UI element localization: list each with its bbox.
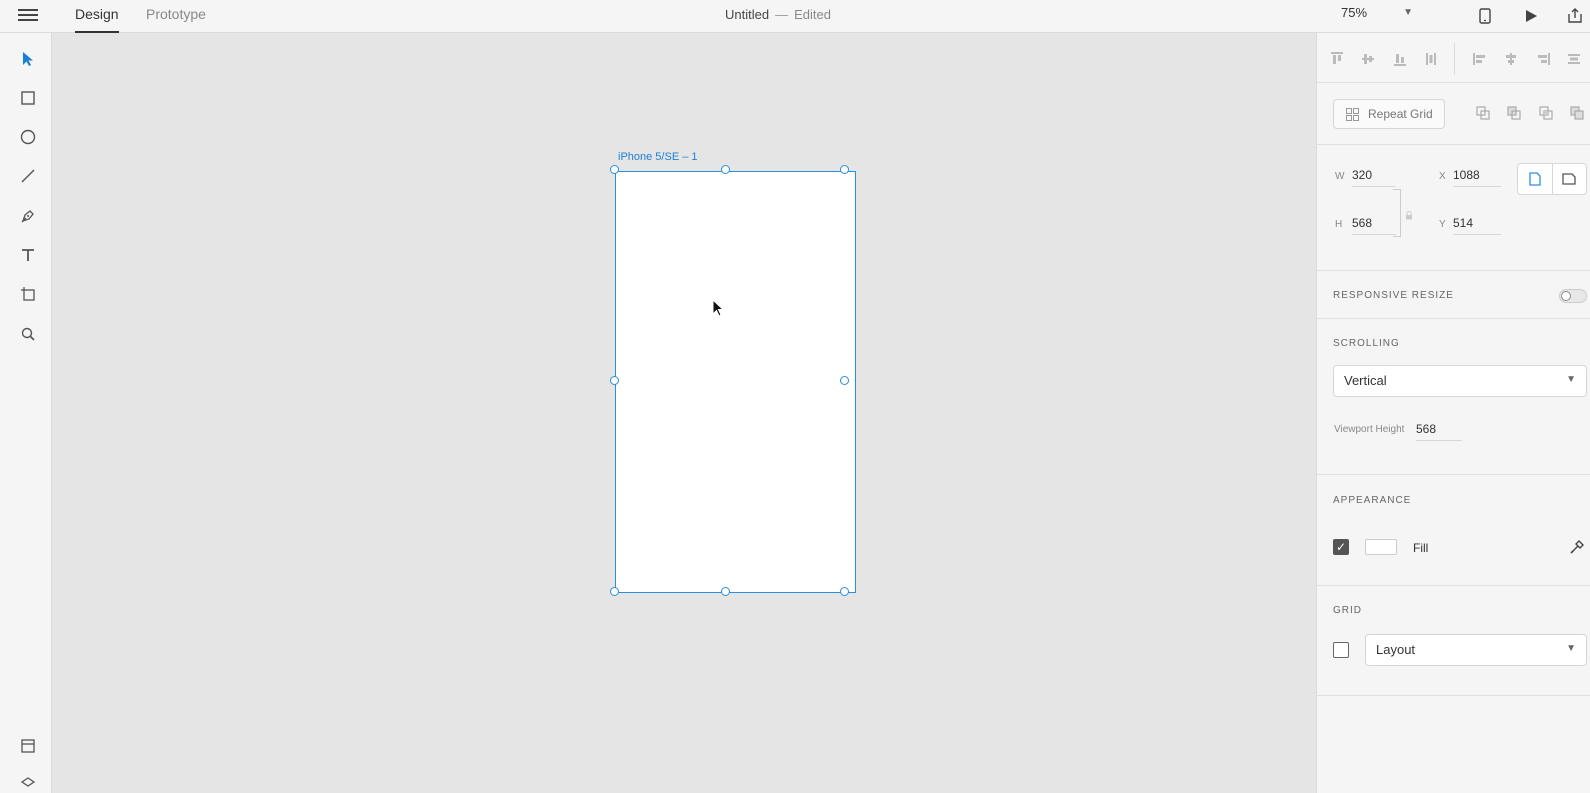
- resize-handle-top[interactable]: [721, 165, 730, 174]
- resize-handle-left[interactable]: [610, 376, 619, 385]
- y-label: Y: [1439, 219, 1446, 230]
- tab-design[interactable]: Design: [75, 6, 119, 33]
- height-input[interactable]: 568: [1352, 213, 1396, 235]
- responsive-resize-title: RESPONSIVE RESIZE: [1333, 290, 1454, 301]
- y-input[interactable]: 514: [1453, 213, 1501, 235]
- mouse-cursor-icon: [712, 298, 725, 322]
- device-preview-icon[interactable]: [1474, 5, 1496, 27]
- viewport-height-input[interactable]: 568: [1416, 419, 1462, 441]
- align-center-icon[interactable]: [1503, 51, 1519, 67]
- height-label: H: [1335, 219, 1343, 230]
- grid-title: GRID: [1333, 605, 1362, 616]
- orientation-toggle: [1517, 163, 1587, 195]
- title-separator: —: [775, 7, 789, 22]
- align-section: [1317, 33, 1590, 83]
- x-input[interactable]: 1088: [1453, 165, 1501, 187]
- boolean-exclude-icon[interactable]: [1569, 105, 1585, 121]
- grid-type-select[interactable]: Layout ▼: [1365, 634, 1587, 666]
- chevron-down-icon: ▼: [1566, 374, 1576, 385]
- select-tool-icon[interactable]: [16, 47, 40, 71]
- viewport-height-label: Viewport Height: [1334, 424, 1405, 435]
- layers-panel-icon[interactable]: [16, 771, 40, 793]
- align-left-icon[interactable]: [1472, 51, 1488, 67]
- artboard[interactable]: [615, 171, 856, 593]
- resize-handle-bottom[interactable]: [721, 587, 730, 596]
- text-tool-icon[interactable]: [16, 243, 40, 267]
- zoom-value: 75%: [1341, 5, 1368, 20]
- play-icon[interactable]: [1520, 5, 1542, 27]
- boolean-subtract-icon[interactable]: [1506, 105, 1522, 121]
- menu-icon[interactable]: [18, 6, 38, 26]
- width-label: W: [1335, 171, 1345, 182]
- chevron-down-icon: ▼: [1566, 643, 1576, 654]
- scrolling-section: SCROLLING Vertical ▼ Viewport Height 568: [1317, 319, 1590, 475]
- document-title: Untitled — Edited: [725, 7, 831, 22]
- eyedropper-icon[interactable]: [1569, 539, 1585, 560]
- zoom-tool-icon[interactable]: [16, 322, 40, 346]
- design-canvas[interactable]: iPhone 5/SE – 1: [52, 33, 1316, 793]
- property-inspector: Repeat Grid W 320 H 568 X 1088 Y 514 RES…: [1316, 33, 1590, 793]
- boolean-add-icon[interactable]: [1475, 105, 1491, 121]
- zoom-select[interactable]: 75% ▼: [1341, 5, 1421, 20]
- scrolling-value: Vertical: [1344, 373, 1387, 388]
- distribute-vertical-icon[interactable]: [1423, 51, 1439, 67]
- landscape-icon[interactable]: [1551, 164, 1587, 194]
- width-input[interactable]: 320: [1352, 165, 1396, 187]
- resize-handle-bottom-right[interactable]: [840, 587, 849, 596]
- x-label: X: [1439, 171, 1446, 182]
- grid-section: GRID Layout ▼: [1317, 586, 1590, 696]
- tab-prototype[interactable]: Prototype: [146, 6, 206, 33]
- repeat-grid-icon: [1346, 108, 1359, 124]
- distribute-horizontal-icon[interactable]: [1566, 51, 1582, 67]
- assets-panel-icon[interactable]: [16, 734, 40, 758]
- fill-color-swatch[interactable]: [1365, 539, 1397, 555]
- lock-aspect-icon[interactable]: [1405, 207, 1413, 225]
- repeat-grid-label: Repeat Grid: [1368, 107, 1433, 121]
- resize-handle-bottom-left[interactable]: [610, 587, 619, 596]
- align-top-icon[interactable]: [1329, 51, 1345, 67]
- scrolling-select[interactable]: Vertical ▼: [1333, 365, 1587, 397]
- ellipse-tool-icon[interactable]: [16, 125, 40, 149]
- artboard-tool-icon[interactable]: [16, 282, 40, 306]
- resize-handle-right[interactable]: [840, 376, 849, 385]
- rectangle-tool-icon[interactable]: [16, 86, 40, 110]
- pen-tool-icon[interactable]: [16, 204, 40, 228]
- chevron-down-icon: ▼: [1403, 7, 1413, 18]
- document-name: Untitled: [725, 7, 770, 22]
- tool-bar: [0, 33, 52, 793]
- appearance-section: APPEARANCE ✓ Fill: [1317, 475, 1590, 586]
- grid-checkbox[interactable]: [1333, 642, 1349, 658]
- resize-handle-top-right[interactable]: [840, 165, 849, 174]
- top-bar: Design Prototype Untitled — Edited 75% ▼: [0, 0, 1590, 33]
- align-bottom-icon[interactable]: [1392, 51, 1408, 67]
- repeat-grid-section: Repeat Grid: [1317, 83, 1590, 145]
- divider: [1454, 43, 1455, 75]
- align-middle-icon[interactable]: [1360, 51, 1376, 67]
- portrait-icon[interactable]: [1518, 164, 1552, 194]
- fill-label: Fill: [1413, 541, 1429, 555]
- link-bracket: [1393, 189, 1401, 237]
- artboard-label[interactable]: iPhone 5/SE – 1: [618, 151, 698, 163]
- fill-checkbox[interactable]: ✓: [1333, 539, 1349, 555]
- responsive-resize-toggle[interactable]: [1559, 289, 1587, 303]
- grid-type-value: Layout: [1376, 642, 1416, 657]
- responsive-resize-section: RESPONSIVE RESIZE: [1317, 271, 1590, 319]
- appearance-title: APPEARANCE: [1333, 495, 1412, 506]
- align-right-icon[interactable]: [1535, 51, 1551, 67]
- resize-handle-top-left[interactable]: [610, 165, 619, 174]
- repeat-grid-button[interactable]: Repeat Grid: [1333, 99, 1445, 129]
- dimensions-section: W 320 H 568 X 1088 Y 514: [1317, 145, 1590, 271]
- document-status: Edited: [794, 7, 831, 22]
- line-tool-icon[interactable]: [16, 164, 40, 188]
- boolean-intersect-icon[interactable]: [1538, 105, 1554, 121]
- scrolling-title: SCROLLING: [1333, 338, 1400, 349]
- share-icon[interactable]: [1564, 5, 1586, 27]
